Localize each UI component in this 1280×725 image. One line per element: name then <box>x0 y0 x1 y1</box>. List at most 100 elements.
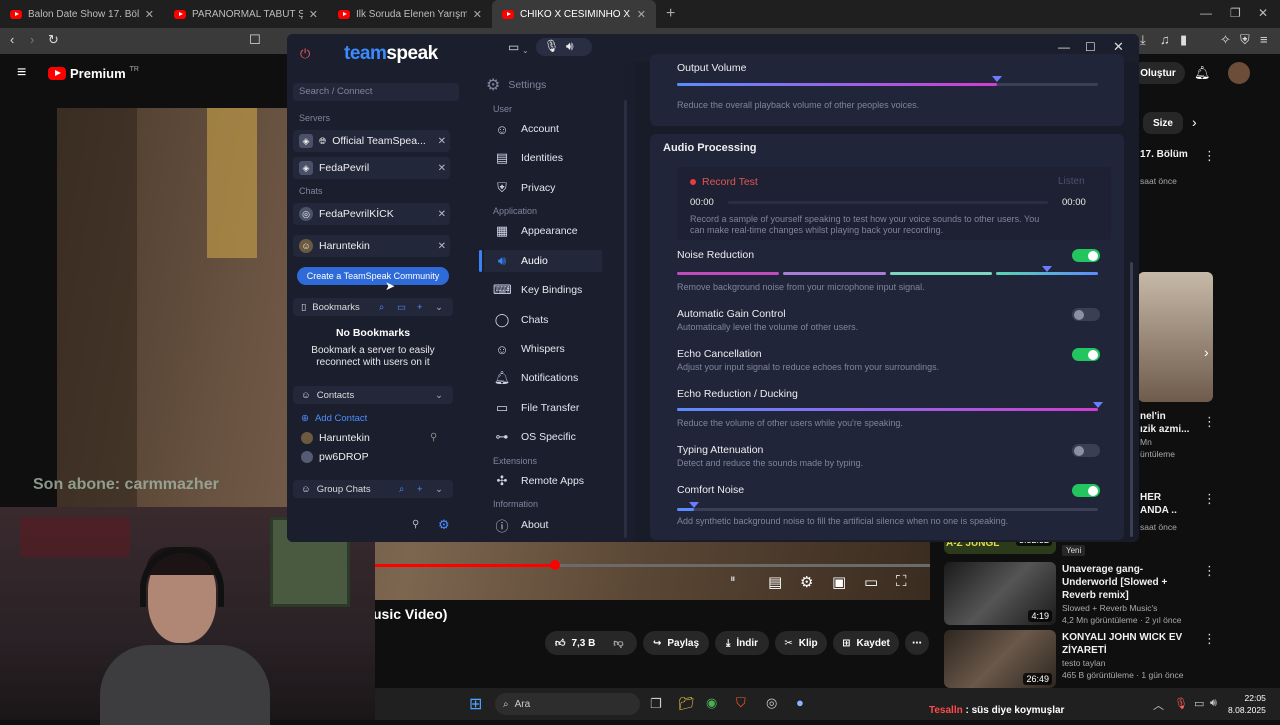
nav-item-appearance[interactable]: ▦ Appearance <box>493 220 603 242</box>
create-community-button[interactable]: Create a TeamSpeak Community <box>297 267 449 285</box>
echo-reduction-slider[interactable] <box>677 408 1098 411</box>
more-options-icon[interactable]: ⋮ <box>1203 563 1216 579</box>
chevron-down-icon[interactable]: ⌄ <box>522 46 529 55</box>
nav-item-about[interactable]: ⓘ About <box>493 514 603 536</box>
server-item[interactable]: ◈ 🌐︎ Official TeamSpea... ✕ <box>293 130 450 152</box>
close-icon[interactable]: ✕ <box>438 209 446 220</box>
windows-start-icon[interactable]: ⊞ <box>469 694 482 714</box>
plus-icon[interactable]: + <box>417 302 423 313</box>
chevron-down-icon[interactable]: ⌄ <box>435 302 443 313</box>
thumbs-down-icon[interactable]: 👎︎ <box>613 637 623 649</box>
nav-item-privacy[interactable]: ⛨ Privacy <box>493 177 603 199</box>
echo-cancellation-toggle[interactable] <box>1072 348 1100 361</box>
filter-chip[interactable]: Size <box>1143 112 1183 134</box>
chevron-down-icon[interactable]: ⌄ <box>435 390 443 401</box>
music-icon[interactable]: ♫ <box>1160 32 1170 47</box>
new-tab-button[interactable]: + <box>666 5 675 23</box>
app-icon[interactable]: ◎ <box>766 695 777 711</box>
search-icon[interactable]: ⌕ <box>399 484 404 495</box>
maximize-icon[interactable]: ❐ <box>1230 6 1241 20</box>
search-icon[interactable]: ⌕ <box>379 302 384 313</box>
nav-item-chats[interactable]: ◯ Chats <box>493 309 603 331</box>
nav-item-file-transfer[interactable]: ▭ File Transfer <box>493 397 603 419</box>
extension-icon[interactable]: ✧ <box>1220 32 1231 48</box>
notification-bell-icon[interactable]: 🔔︎ <box>1194 65 1211 81</box>
like-button[interactable]: 👍︎ 7,3 B 👎︎ <box>545 631 637 655</box>
close-tab-icon[interactable]: ✕ <box>309 8 318 21</box>
contacts-header[interactable]: ☺ Contacts ⌄ <box>293 386 453 404</box>
speaker-icon[interactable]: 🔊︎ <box>566 39 574 54</box>
close-tab-icon[interactable]: ✕ <box>473 8 482 21</box>
avatar[interactable] <box>1228 62 1250 84</box>
comfort-noise-toggle[interactable] <box>1072 484 1100 497</box>
record-test-button[interactable]: Record Test <box>690 176 758 188</box>
menu-icon[interactable]: ≡ <box>1260 32 1268 47</box>
shield-icon[interactable]: ⛨ <box>1240 32 1250 48</box>
more-options-icon[interactable]: ⋮ <box>1203 148 1216 164</box>
settings-gear-icon[interactable]: ⚙︎ <box>438 517 450 533</box>
group-chats-header[interactable]: ☺ Group Chats ⌕ + ⌄ <box>293 480 453 498</box>
hamburger-menu-icon[interactable]: ≡ <box>17 64 26 82</box>
content-scrollbar[interactable] <box>1130 262 1133 537</box>
save-button[interactable]: ⊞ Kaydet <box>833 631 899 655</box>
nav-item-audio[interactable]: 🔊︎ Audio <box>484 250 602 272</box>
teamspeak-taskbar-icon[interactable]: ● <box>796 695 804 710</box>
close-window-icon[interactable]: ✕ <box>1113 39 1124 55</box>
download-button[interactable]: ⤓ İndir <box>715 631 769 655</box>
add-contact-button[interactable]: ⊕ Add Contact <box>301 413 367 424</box>
output-volume-slider[interactable] <box>677 83 1098 86</box>
clip-button[interactable]: ✂ Klip <box>775 631 827 655</box>
browser-tab[interactable]: Balon Date Show 17. Bölüm - YouTube✕ <box>0 0 164 28</box>
reload-icon[interactable]: ↻ <box>48 32 59 48</box>
noise-reduction-toggle[interactable] <box>1072 249 1100 262</box>
brave-icon[interactable]: ⛉ <box>736 695 746 711</box>
minimize-icon[interactable]: — <box>1058 40 1070 54</box>
recommendation-item[interactable]: HER ANDA .. saat önce <box>1140 491 1177 533</box>
chat-item[interactable]: ◎ FedaPevrilKİCK ✕ <box>293 203 450 225</box>
close-icon[interactable]: ✕ <box>438 136 446 147</box>
microphone-icon[interactable]: 🎙︎ <box>544 39 559 53</box>
chevron-right-icon[interactable]: › <box>1192 114 1197 130</box>
more-actions-button[interactable]: ⋯ <box>905 631 929 655</box>
download-icon[interactable]: ⤓ <box>1140 32 1146 48</box>
settings-gear-icon[interactable]: ⚙︎ <box>800 573 813 591</box>
taskbar-search[interactable]: ⌕ Ara <box>495 693 640 715</box>
browser-tab[interactable]: PARANORMAL TABUT ŞAKASI! - ( PA✕ <box>164 0 328 28</box>
more-options-icon[interactable]: ⋮ <box>1203 631 1216 647</box>
browser-tab-active[interactable]: CHİKO X CESİMİNHO X ELMUSTAFA✕ <box>492 0 656 28</box>
file-explorer-icon[interactable]: 📁︎ <box>678 696 695 712</box>
nav-scrollbar[interactable] <box>624 100 627 538</box>
chrome-icon[interactable]: ◉ <box>706 695 717 711</box>
volume-icon[interactable]: 🔊︎ <box>1210 697 1217 710</box>
minimize-icon[interactable]: — <box>1200 6 1212 20</box>
bookmarks-header[interactable]: ▯ Bookmarks ⌕ ▭ + ⌄ <box>293 298 453 316</box>
close-icon[interactable]: ✕ <box>438 241 446 252</box>
fullscreen-icon[interactable]: ⛶ <box>896 573 907 590</box>
chat-item[interactable]: ☺ Haruntekin ✕ <box>293 235 450 257</box>
share-button[interactable]: ↪ Paylaş <box>643 631 709 655</box>
nav-item-whispers[interactable]: ☺ Whispers <box>493 338 603 360</box>
video-progress-bar[interactable] <box>375 560 930 570</box>
recommendation-thumbnail[interactable] <box>1138 272 1213 402</box>
recommendation-thumbnail[interactable]: 4:19 <box>944 562 1056 625</box>
plus-icon[interactable]: + <box>417 484 423 495</box>
recommendation-item[interactable]: KONYALI JOHN WICK EV ZİYARETİ testo tayla… <box>1062 631 1197 681</box>
echo-reduction-knob[interactable] <box>1093 402 1103 408</box>
record-progress-bar[interactable] <box>728 201 1048 204</box>
nav-item-os-specific[interactable]: ⊶ OS Specific <box>493 426 603 448</box>
contact-item[interactable]: Haruntekin <box>301 432 370 444</box>
task-view-icon[interactable]: ❐ <box>650 696 662 712</box>
close-icon[interactable]: ✕ <box>438 163 446 174</box>
microphone-icon[interactable]: 🎙︎ <box>1174 697 1188 710</box>
nav-item-key-bindings[interactable]: ⌨ Key Bindings <box>493 279 603 301</box>
nav-item-account[interactable]: ☺ Account <box>493 118 603 140</box>
network-icon[interactable]: ▭ <box>1194 697 1204 710</box>
comfort-noise-slider[interactable] <box>677 508 1098 511</box>
listen-button[interactable]: Listen <box>1058 176 1085 187</box>
nav-item-remote-apps[interactable]: ✣ Remote Apps <box>493 470 603 492</box>
sidebar-icon[interactable]: ▮ <box>1180 32 1187 48</box>
teamspeak-app-icon[interactable]: ⏻ <box>300 46 310 62</box>
search-connect-input[interactable]: Search / Connect <box>293 83 459 101</box>
server-item[interactable]: ◈ FedaPevril ✕ <box>293 157 450 179</box>
nav-item-notifications[interactable]: 🔔︎ Notifications <box>493 367 603 389</box>
